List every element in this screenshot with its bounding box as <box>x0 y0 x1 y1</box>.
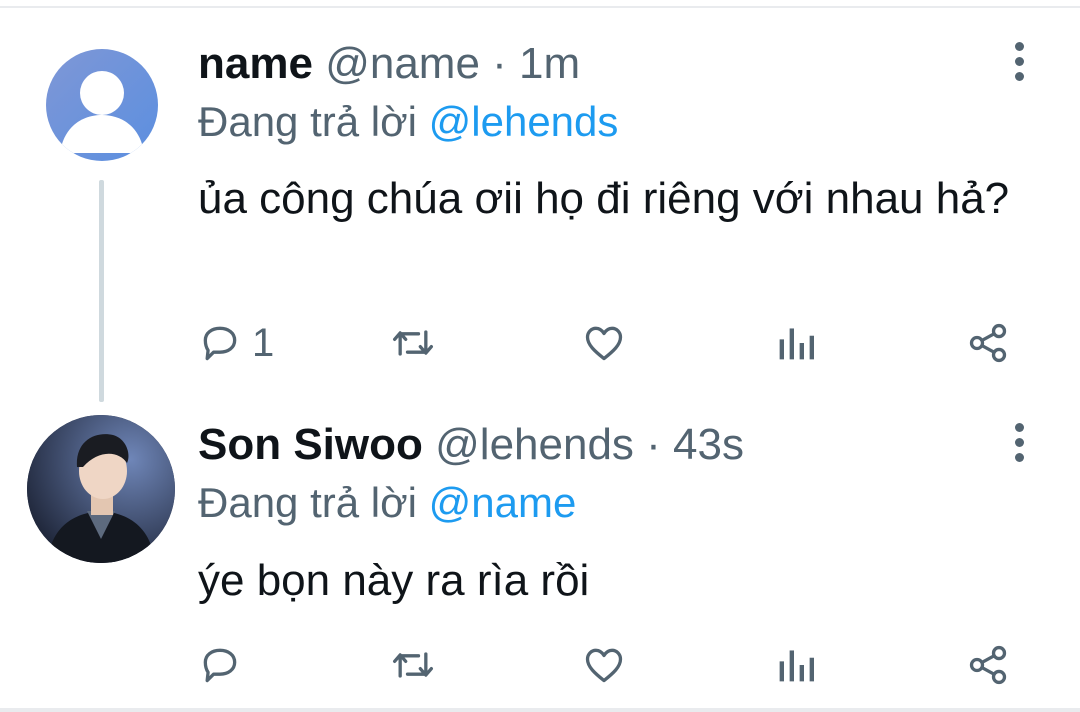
analytics-icon <box>779 328 814 360</box>
replying-to-label: Đang trả lời <box>198 479 417 526</box>
bottom-divider <box>0 708 1080 712</box>
reply-mention-link[interactable]: @lehends <box>429 98 619 145</box>
reply-button[interactable] <box>198 640 252 690</box>
default-person-avatar-icon <box>60 71 144 153</box>
share-icon <box>969 323 1007 363</box>
timestamp[interactable]: 1m <box>519 39 580 88</box>
views-button[interactable] <box>776 640 816 690</box>
profile-photo-avatar-icon <box>27 415 175 563</box>
like-button[interactable] <box>582 640 626 690</box>
replying-to: Đang trả lời @name <box>198 478 576 528</box>
author-name[interactable]: Son Siwoo <box>198 420 423 469</box>
avatar[interactable] <box>27 415 175 563</box>
thread-connector-line <box>99 180 104 402</box>
retweet-icon <box>393 652 433 678</box>
author-handle[interactable]: @lehends <box>435 420 634 469</box>
reply-icon <box>203 648 237 683</box>
retweet-button[interactable] <box>388 318 438 368</box>
heart-icon <box>585 648 623 683</box>
tweet-header: Son Siwoo @lehends · 43s <box>198 419 744 471</box>
more-options-button[interactable] <box>1005 40 1035 84</box>
more-options-button[interactable] <box>1005 421 1035 465</box>
author-name[interactable]: name <box>198 39 313 88</box>
timestamp[interactable]: 43s <box>673 420 744 469</box>
heart-icon <box>585 326 623 361</box>
retweet-button[interactable] <box>388 640 438 690</box>
tweet-text: ủa công chúa ơii họ đi riêng với nhau hả… <box>198 174 1010 223</box>
top-divider <box>0 6 1080 8</box>
separator-dot: · <box>492 39 507 88</box>
share-button[interactable] <box>966 640 1010 690</box>
tweet-text: ýe bọn này ra rìa rồi <box>198 556 590 605</box>
views-button[interactable] <box>776 318 816 368</box>
author-handle[interactable]: @name <box>325 39 480 88</box>
retweet-icon <box>393 330 433 356</box>
avatar[interactable] <box>46 49 158 161</box>
reply-icon <box>203 326 237 361</box>
like-button[interactable] <box>582 318 626 368</box>
reply-count: 1 <box>252 321 275 365</box>
share-button[interactable] <box>966 318 1010 368</box>
analytics-icon <box>779 650 814 682</box>
tweet-actions: 1 <box>0 318 1080 368</box>
separator-dot: · <box>646 420 661 469</box>
tweet-header: name @name · 1m <box>198 38 580 90</box>
tweet-actions <box>0 640 1080 690</box>
replying-to-label: Đang trả lời <box>198 98 417 145</box>
replying-to: Đang trả lời @lehends <box>198 97 618 147</box>
share-icon <box>969 645 1007 685</box>
reply-button[interactable]: 1 <box>198 318 274 368</box>
reply-mention-link[interactable]: @name <box>429 479 577 526</box>
